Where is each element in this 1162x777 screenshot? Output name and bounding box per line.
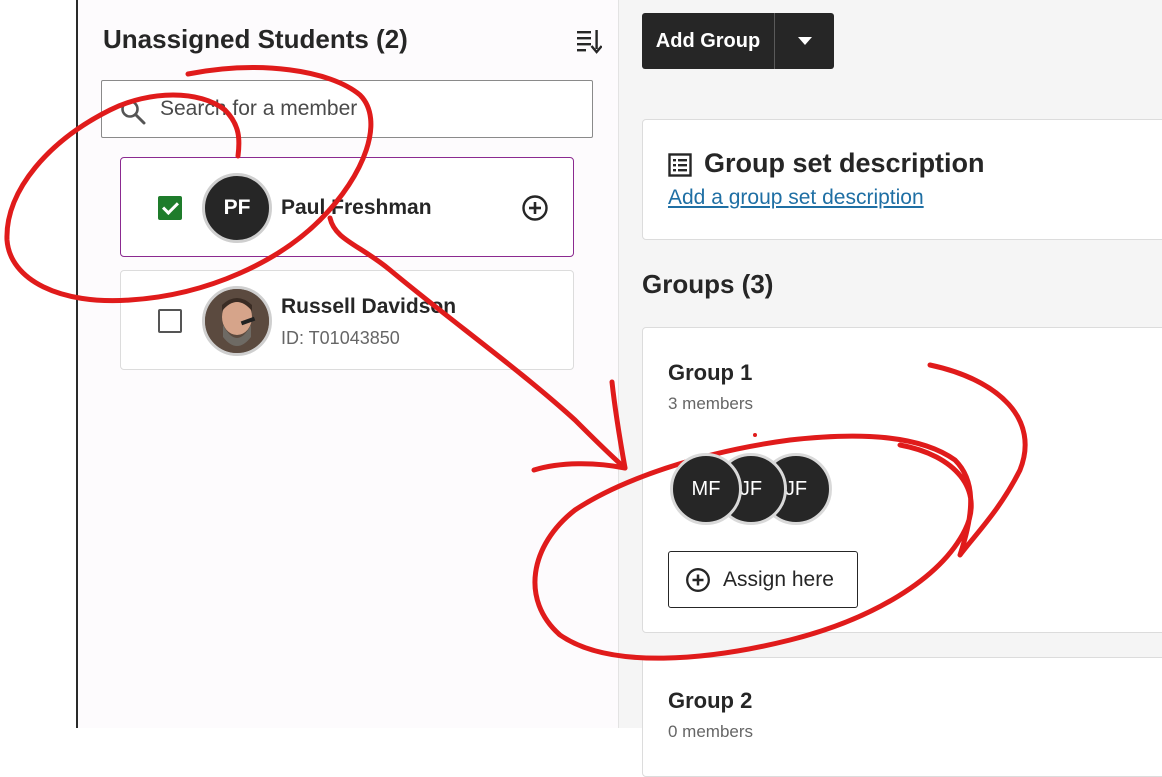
avatar [202, 286, 272, 356]
add-group-menu-button[interactable] [775, 13, 834, 69]
group-name: Group 1 [668, 360, 753, 385]
group-card-2: Group 2 0 members [642, 657, 1162, 777]
student-id: ID: T01043850 [281, 328, 400, 348]
add-description-link[interactable]: Add a group set description [668, 186, 924, 210]
description-title: Group set description [704, 148, 985, 178]
member-count: 0 members [668, 722, 754, 741]
member-count: 3 members [668, 394, 754, 413]
search-icon [121, 100, 146, 125]
chevron-down-icon [797, 37, 812, 45]
add-member-icon[interactable] [521, 194, 549, 222]
unassigned-title: Unassigned Students (2) [103, 24, 408, 54]
avatar: PF [202, 173, 272, 243]
group-name: Group 2 [668, 688, 753, 713]
avatar[interactable]: MF [670, 453, 742, 525]
student-name: Russell Davidson [281, 295, 457, 318]
group-card-1: Group 1 3 members JF JF MF Assign here [642, 327, 1162, 633]
search-box [101, 80, 593, 138]
member-avatars: JF JF MF [670, 453, 870, 525]
student-card-paul-freshman[interactable]: PF Paul Freshman [120, 157, 574, 257]
search-input[interactable] [160, 81, 580, 137]
groups-heading: Groups (3) [642, 269, 774, 299]
group-set-description-card: Group set description Add a group set de… [642, 119, 1162, 240]
assign-here-button[interactable]: Assign here [668, 551, 858, 608]
sort-icon[interactable] [576, 28, 602, 54]
student-card-russell-davidson[interactable]: Russell Davidson ID: T01043850 [120, 270, 574, 370]
student-checkbox[interactable] [158, 196, 182, 220]
add-group-button[interactable]: Add Group [642, 13, 834, 69]
student-name: Paul Freshman [281, 196, 432, 219]
student-checkbox[interactable] [158, 309, 182, 333]
add-group-label[interactable]: Add Group [642, 13, 774, 69]
assign-here-label: Assign here [723, 567, 834, 591]
add-circle-icon [686, 567, 710, 592]
description-icon [668, 153, 692, 177]
